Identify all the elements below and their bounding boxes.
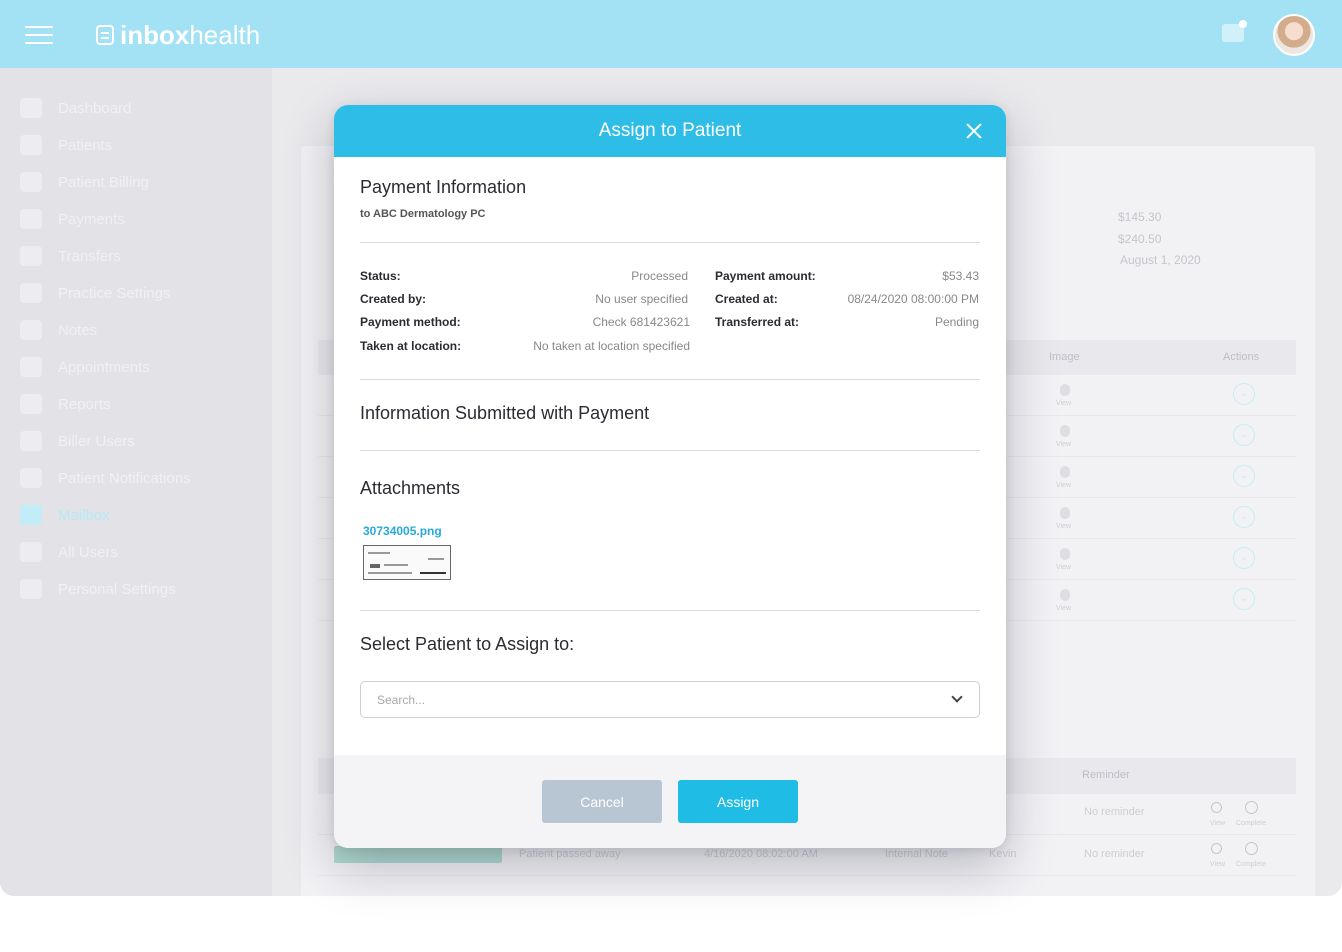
patient-search-select[interactable]: Search...	[360, 681, 980, 718]
divider	[360, 379, 980, 380]
taken-at-location-value: No taken at location specified	[533, 339, 690, 353]
payment-amount-value: $53.43	[942, 269, 979, 283]
search-placeholder: Search...	[377, 693, 426, 707]
created-by-value: No user specified	[595, 292, 688, 306]
created-by-label: Created by:	[360, 292, 427, 306]
taken-at-location-label: Taken at location:	[360, 339, 462, 353]
cancel-button[interactable]: Cancel	[542, 780, 662, 823]
divider	[360, 242, 980, 243]
status-label: Status:	[360, 269, 401, 283]
created-at-label: Created at:	[715, 292, 778, 306]
attachment-link[interactable]: 30734005.png	[363, 524, 442, 538]
created-at-value: 08/24/2020 08:00:00 PM	[847, 292, 979, 306]
payment-method-value: Check 681423621	[592, 315, 690, 329]
close-icon[interactable]	[964, 121, 984, 141]
assign-to-patient-modal: Assign to Patient Payment Information to…	[334, 105, 1006, 848]
modal-footer: Cancel Assign	[334, 755, 1006, 848]
assign-button[interactable]: Assign	[678, 780, 798, 823]
payment-recipient: to ABC Dermatology PC	[360, 208, 486, 220]
transferred-at-label: Transferred at:	[715, 315, 800, 329]
modal-title: Assign to Patient	[598, 120, 742, 141]
select-patient-heading: Select Patient to Assign to:	[360, 634, 575, 654]
divider	[360, 610, 980, 611]
status-value: Processed	[631, 269, 688, 283]
divider	[360, 450, 980, 451]
transferred-at-value: Pending	[934, 315, 979, 329]
payment-information-heading: Payment Information	[360, 177, 527, 197]
payment-amount-label: Payment amount:	[715, 269, 816, 283]
attachments-heading: Attachments	[360, 478, 461, 498]
chevron-down-icon[interactable]	[951, 691, 963, 703]
attachment-thumbnail[interactable]	[363, 545, 451, 580]
modal-header: Assign to Patient	[334, 105, 1006, 157]
information-submitted-heading: Information Submitted with Payment	[360, 403, 650, 423]
payment-method-label: Payment method:	[360, 315, 461, 329]
